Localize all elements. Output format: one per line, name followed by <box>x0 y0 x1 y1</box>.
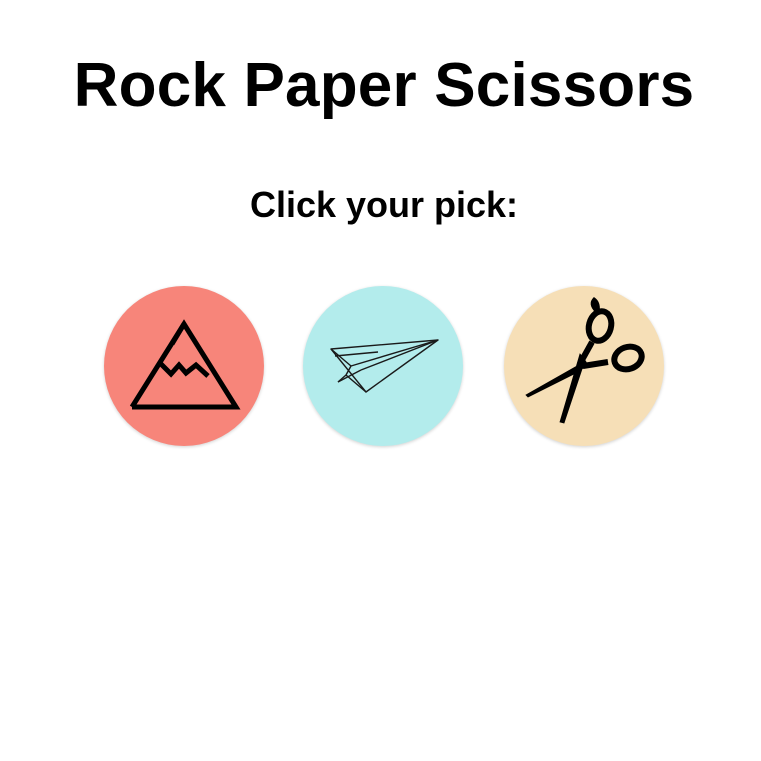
paper-button[interactable] <box>303 286 463 446</box>
scissors-icon <box>525 297 645 424</box>
page-title: Rock Paper Scissors <box>73 51 695 120</box>
pick-prompt: Click your pick: <box>249 184 519 225</box>
scissors-button[interactable] <box>504 286 664 446</box>
paper-plane-icon <box>330 339 439 393</box>
mountain-icon <box>129 319 241 410</box>
rock-button[interactable] <box>104 286 264 446</box>
